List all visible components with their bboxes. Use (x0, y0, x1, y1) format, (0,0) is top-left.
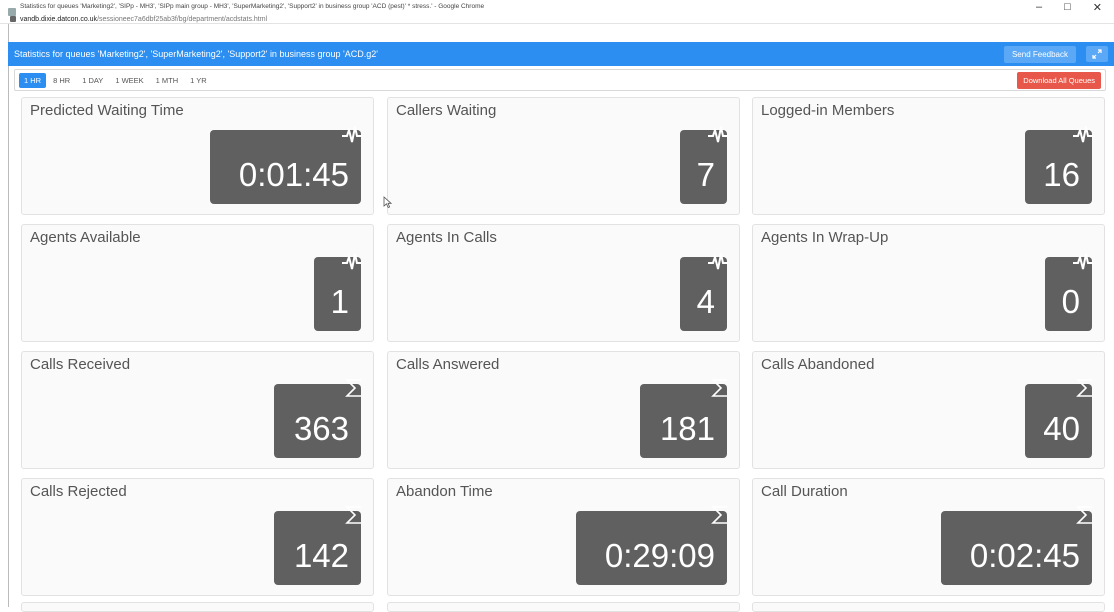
pulse-icon (1072, 124, 1094, 146)
stat-card: Logged-in Members 16 (752, 97, 1105, 215)
stat-label: Call Duration (761, 483, 848, 500)
stat-label: Callers Waiting (396, 102, 497, 119)
download-all-queues-button[interactable]: Download All Queues (1017, 71, 1101, 89)
range-tab-1mth[interactable]: 1 MTH (151, 73, 184, 88)
url-path: /sessioneec7a6dbf25ab3f/bg/department/ac… (97, 15, 268, 23)
stat-label: Calls Answered (396, 356, 500, 373)
range-tab-1week[interactable]: 1 WEEK (110, 73, 148, 88)
stat-label: Abandon Time (396, 483, 493, 500)
stat-card: Calls Received 363 (21, 351, 374, 469)
stat-label: Agents Available (30, 229, 141, 246)
sigma-icon (711, 505, 729, 525)
stat-label: Calls Received (30, 356, 131, 373)
stat-card: Agents In Wrap-Up 0 (752, 224, 1105, 342)
sigma-icon (711, 378, 729, 398)
time-range-bar: 1 HR 8 HR 1 DAY 1 WEEK 1 MTH 1 YR Downlo… (14, 69, 1106, 91)
pulse-icon (707, 124, 729, 146)
pulse-icon (341, 251, 363, 273)
stat-label: Agents In Wrap-Up (761, 229, 889, 246)
range-tab-1yr[interactable]: 1 YR (185, 73, 212, 88)
stat-card: Calls Abandoned 40 (752, 351, 1105, 469)
stat-card: Agents In Calls 4 (387, 224, 740, 342)
range-tab-1hr[interactable]: 1 HR (19, 72, 47, 88)
sigma-icon (1076, 378, 1094, 398)
pulse-icon (707, 251, 729, 273)
range-tab-8hr[interactable]: 8 HR (48, 73, 75, 88)
browser-title-bar: Statistics for queues 'Marketing2', 'SIP… (0, 0, 1114, 24)
stat-label: Agents In Calls (396, 229, 497, 246)
stat-value: 0:02:45 (941, 511, 1092, 585)
stat-label: Calls Abandoned (761, 356, 875, 373)
url-host: vandb.dixie.datcon.co.uk (20, 15, 98, 23)
window-title: Statistics for queues 'Marketing2', 'SIP… (20, 3, 485, 10)
stat-card-partial (387, 602, 740, 612)
stat-value: 0:01:45 (210, 130, 361, 204)
send-feedback-button[interactable]: Send Feedback (1003, 45, 1076, 63)
sigma-icon (1076, 505, 1094, 525)
page-title: Statistics for queues 'Marketing2', 'Sup… (14, 49, 378, 59)
page-frame (8, 0, 9, 607)
pulse-icon (341, 124, 363, 146)
range-tab-1day[interactable]: 1 DAY (77, 73, 108, 88)
sigma-icon (345, 378, 363, 398)
address-bar[interactable]: vandb.dixie.datcon.co.uk /sessioneec7a6d… (0, 13, 1114, 25)
app-header: Statistics for queues 'Marketing2', 'Sup… (8, 42, 1114, 66)
stat-value: 0:29:09 (576, 511, 727, 585)
stat-card: Abandon Time 0:29:09 (387, 478, 740, 596)
stat-card: Agents Available 1 (21, 224, 374, 342)
stat-card: Call Duration 0:02:45 (752, 478, 1105, 596)
stat-card-partial (21, 602, 374, 612)
stat-label: Predicted Waiting Time (30, 102, 184, 119)
stat-card: Calls Answered 181 (387, 351, 740, 469)
mouse-cursor-icon (383, 196, 392, 208)
stat-card: Calls Rejected 142 (21, 478, 374, 596)
stat-card: Predicted Waiting Time 0:01:45 (21, 97, 374, 215)
pulse-icon (1072, 251, 1094, 273)
stat-card: Callers Waiting 7 (387, 97, 740, 215)
stat-card-partial (752, 602, 1105, 612)
stat-label: Logged-in Members (761, 102, 895, 119)
lock-icon (10, 16, 16, 22)
stat-label: Calls Rejected (30, 483, 127, 500)
expand-icon[interactable] (1086, 46, 1108, 62)
sigma-icon (345, 505, 363, 525)
